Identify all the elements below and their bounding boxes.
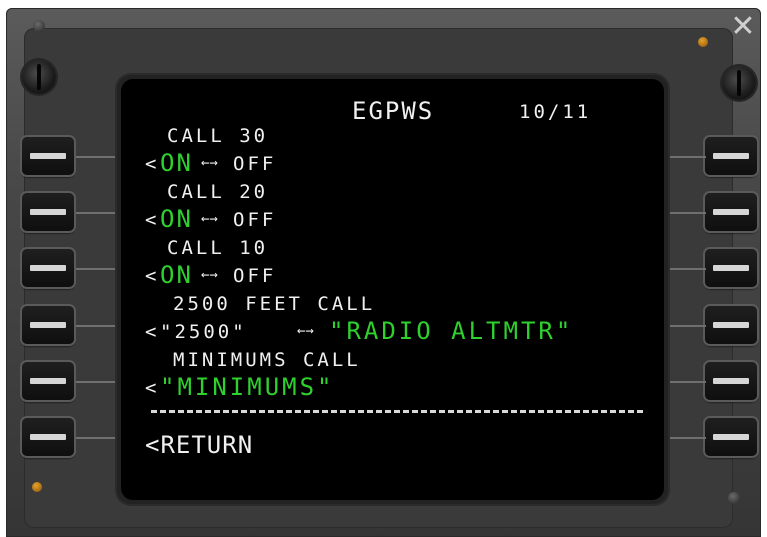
option-selected-value[interactable]: ON <box>160 151 193 175</box>
lsk-3r-leader <box>662 268 706 270</box>
lsk-5r-button[interactable] <box>705 362 757 400</box>
lsk-2r-button[interactable] <box>705 193 757 231</box>
option-alternate-value[interactable]: "2500" <box>160 323 247 342</box>
option-prefix: < <box>145 209 160 231</box>
lsk-3r-button[interactable] <box>705 249 757 287</box>
mount-screw-icon <box>33 20 45 32</box>
lsk-4r-button[interactable] <box>705 306 757 344</box>
lsk-1r-button[interactable] <box>705 137 757 175</box>
option-selected-value[interactable]: "MINIMUMS" <box>160 375 335 399</box>
toggle-arrows: ←→ <box>297 323 314 339</box>
mount-screw-icon <box>32 482 42 492</box>
left-brightness-knob[interactable] <box>22 60 56 94</box>
page-title: EGPWS <box>352 97 435 125</box>
return-link[interactable]: <RETURN <box>145 433 253 457</box>
lsk-1r-leader <box>662 156 706 158</box>
option-heading: CALL 30 <box>167 125 269 147</box>
lsk-4r-leader <box>662 325 706 327</box>
option-heading: MINIMUMS CALL <box>173 349 361 371</box>
option-alternate-value[interactable]: OFF <box>233 155 276 174</box>
lsk-6l-button[interactable] <box>22 418 74 456</box>
option-prefix: < <box>145 265 160 287</box>
option-prefix: < <box>145 377 160 399</box>
toggle-arrows: ←→ <box>201 155 218 171</box>
mount-screw-icon <box>728 492 740 504</box>
lsk-5r-leader <box>662 381 706 383</box>
option-heading: CALL 10 <box>167 237 269 259</box>
lsk-1l-leader <box>76 156 120 158</box>
lsk-5l-button[interactable] <box>22 362 74 400</box>
option-selected-value[interactable]: ON <box>160 207 193 231</box>
lsk-5l-leader <box>76 381 120 383</box>
option-selected-value[interactable]: ON <box>160 263 193 287</box>
mount-screw-icon <box>698 37 708 47</box>
close-icon[interactable]: ✕ <box>728 12 758 42</box>
lsk-6r-leader <box>662 437 706 439</box>
lsk-2l-leader <box>76 212 120 214</box>
lsk-3l-leader <box>76 268 120 270</box>
lsk-3l-button[interactable] <box>22 249 74 287</box>
toggle-arrows: ←→ <box>201 267 218 283</box>
right-brightness-knob[interactable] <box>722 66 756 100</box>
option-prefix: < <box>145 321 160 343</box>
lsk-4l-leader <box>76 325 120 327</box>
lsk-6l-leader <box>76 437 120 439</box>
cdu-display: EGPWS 10/11 CALL 30 < ON ←→ OFF CALL 20 … <box>121 79 664 500</box>
option-heading: CALL 20 <box>167 181 269 203</box>
lsk-2l-button[interactable] <box>22 193 74 231</box>
lsk-6r-button[interactable] <box>705 418 757 456</box>
toggle-arrows: ←→ <box>201 211 218 227</box>
lsk-2r-leader <box>662 212 706 214</box>
separator-line <box>151 410 643 413</box>
option-alternate-value[interactable]: OFF <box>233 211 276 230</box>
lsk-4l-button[interactable] <box>22 306 74 344</box>
option-alternate-value[interactable]: OFF <box>233 267 276 286</box>
page-indicator: 10/11 <box>519 101 592 123</box>
option-heading: 2500 FEET CALL <box>173 293 376 315</box>
lsk-1l-button[interactable] <box>22 137 74 175</box>
option-prefix: < <box>145 153 160 175</box>
option-selected-value[interactable]: "RADIO ALTMTR" <box>329 319 573 343</box>
